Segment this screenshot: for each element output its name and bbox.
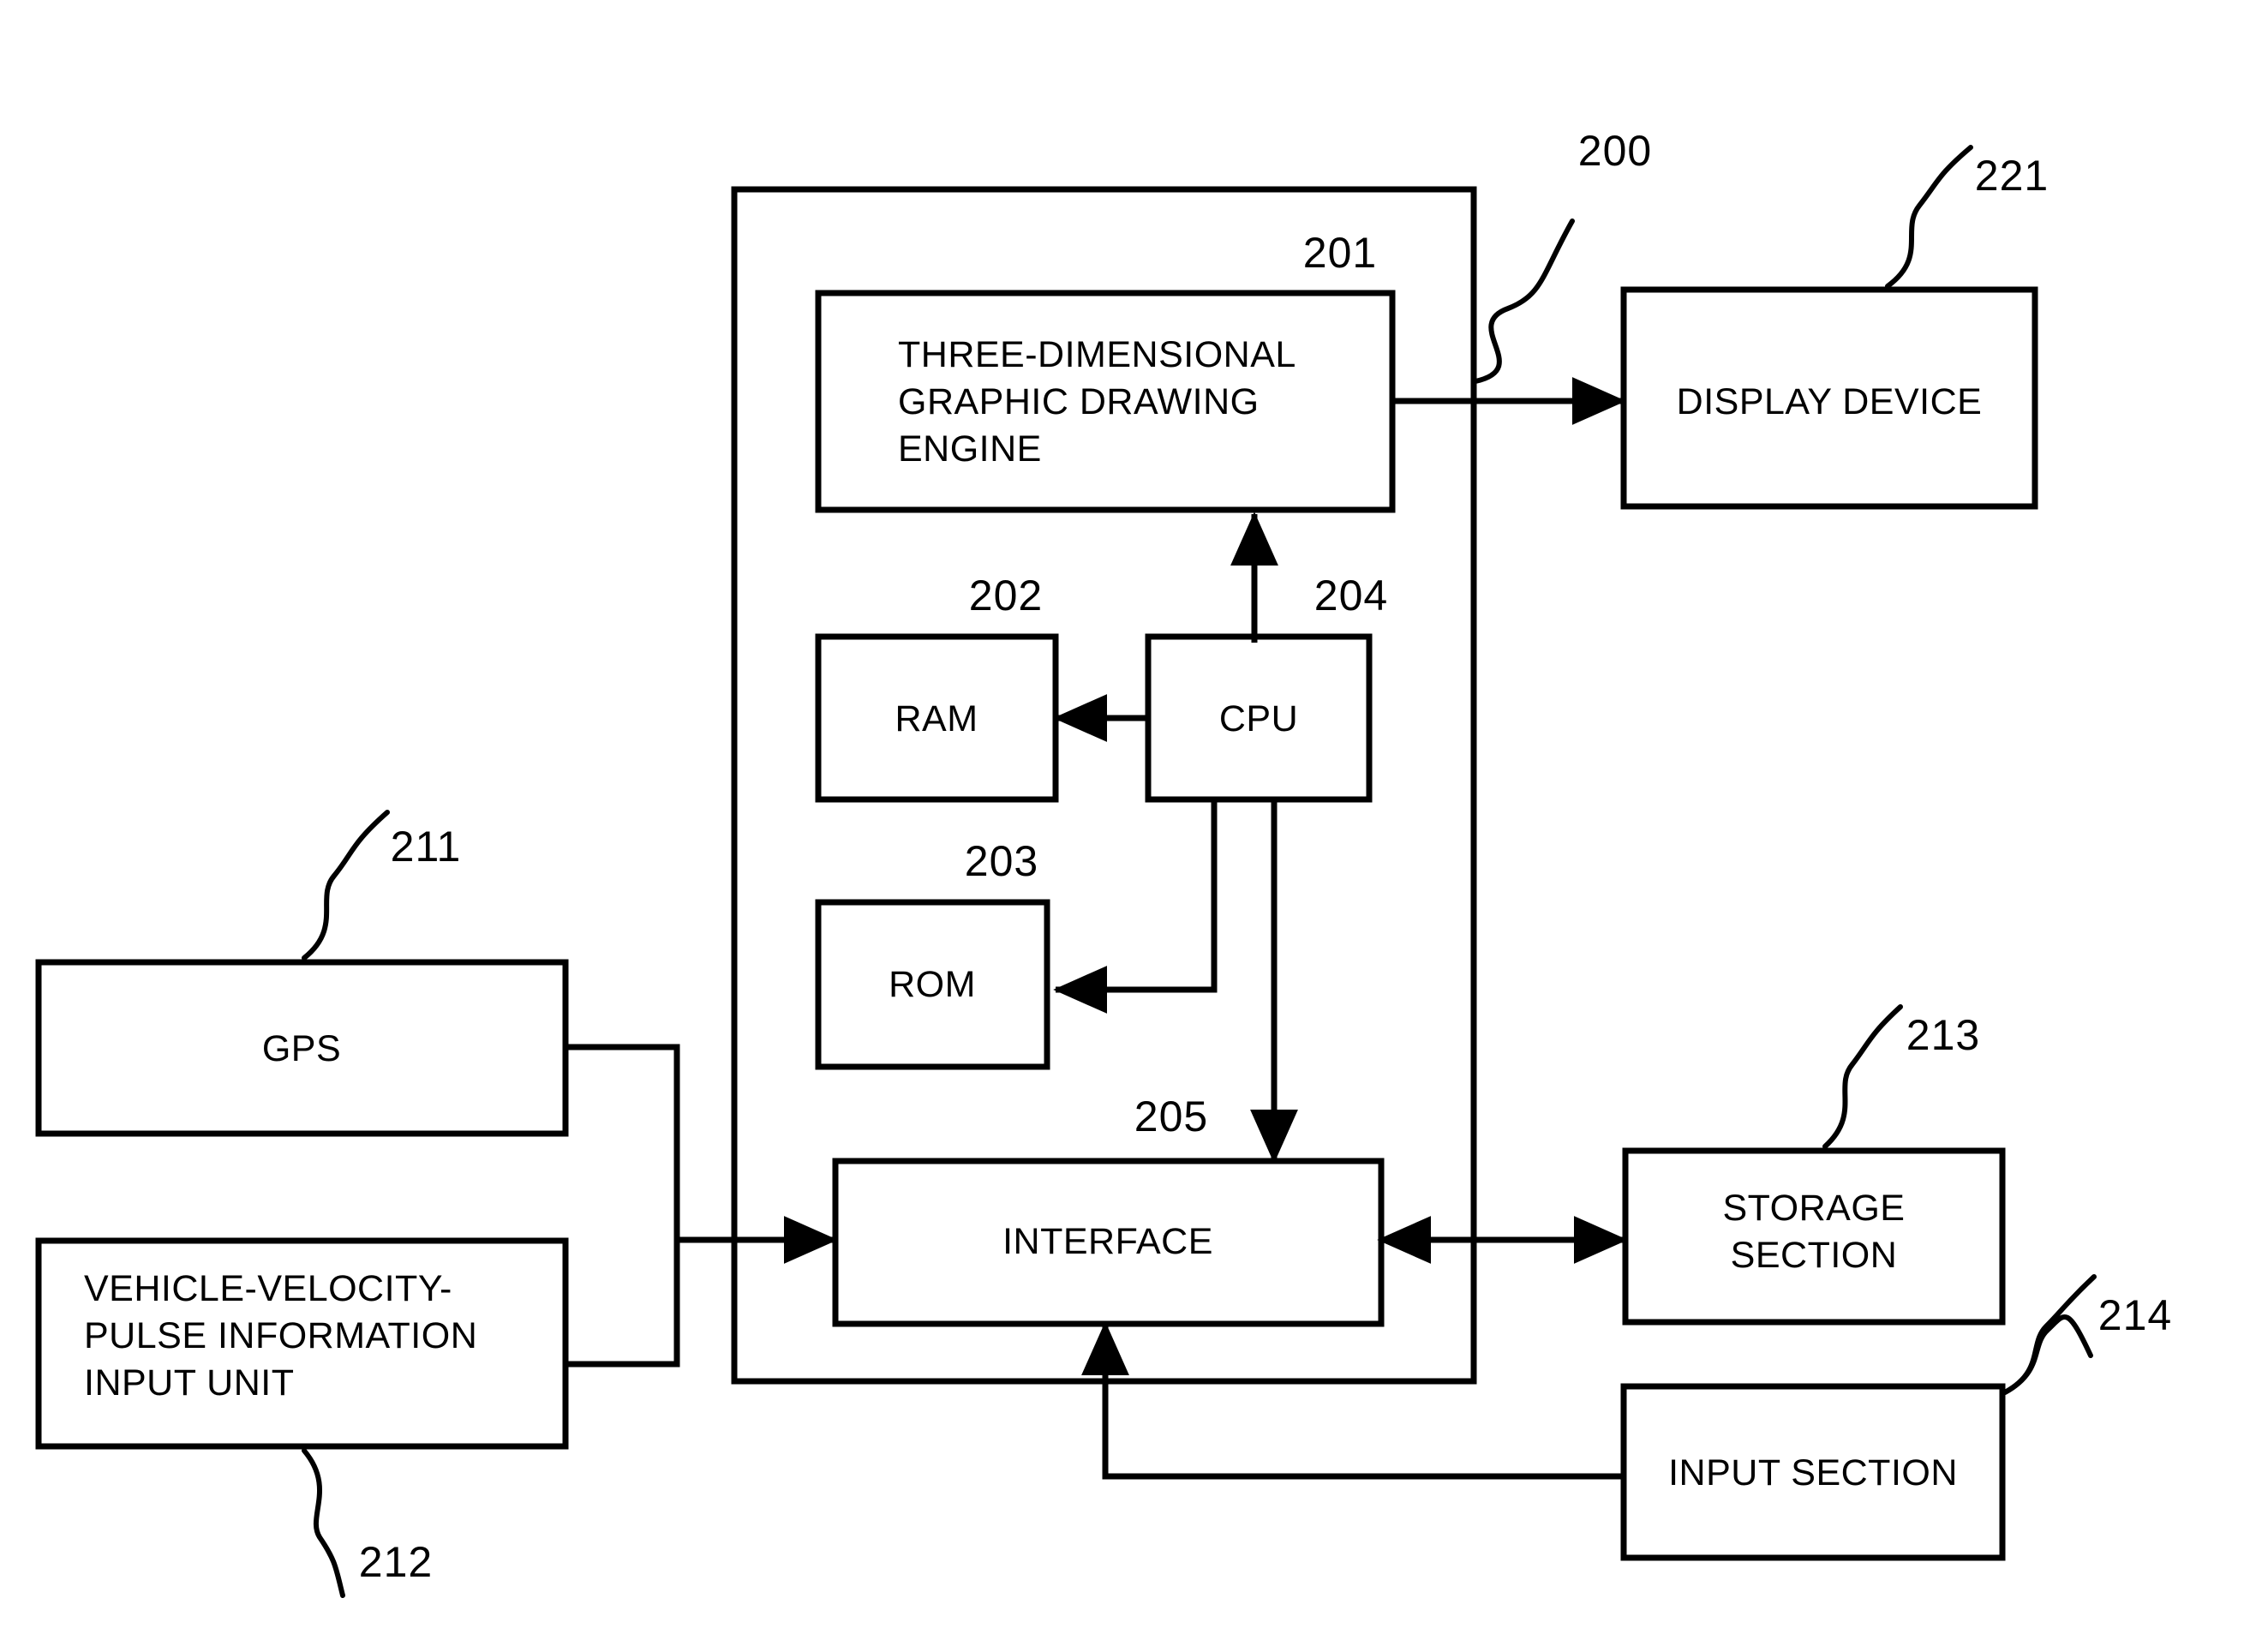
interface-label: INTERFACE bbox=[1002, 1221, 1213, 1262]
vehicle-label-line2: PULSE INFORMATION bbox=[84, 1315, 477, 1356]
storage-label-line1: STORAGE bbox=[1723, 1188, 1906, 1229]
ref-numeral-205: 205 bbox=[1134, 1092, 1208, 1140]
leader-line-213 bbox=[1822, 1004, 1903, 1149]
diagram-canvas: THREE-DIMENSIONAL GRAPHIC DRAWING ENGINE… bbox=[35, 127, 2172, 1598]
display-device-label: DISPLAY DEVICE bbox=[1677, 381, 1983, 422]
patent-figure: THREE-DIMENSIONAL GRAPHIC DRAWING ENGINE… bbox=[0, 0, 2250, 1652]
ref-numeral-201: 201 bbox=[1303, 229, 1377, 277]
ref-numeral-202: 202 bbox=[969, 572, 1043, 620]
leader-line-211 bbox=[302, 810, 390, 961]
leader-line-221 bbox=[1885, 145, 1973, 289]
ram-label: RAM bbox=[895, 698, 978, 739]
engine-label-line2: GRAPHIC DRAWING bbox=[898, 381, 1260, 422]
connector-input-to-interface bbox=[1081, 1321, 1624, 1480]
gps-label: GPS bbox=[262, 1028, 341, 1069]
engine-label-line1: THREE-DIMENSIONAL bbox=[898, 334, 1296, 375]
ref-numeral-211: 211 bbox=[391, 823, 462, 871]
leader-line-200 bbox=[1473, 218, 1575, 384]
input-section-label: INPUT SECTION bbox=[1668, 1452, 1958, 1493]
cpu-label: CPU bbox=[1219, 698, 1298, 739]
ref-numeral-221: 221 bbox=[1975, 152, 2049, 200]
ref-numeral-203: 203 bbox=[965, 837, 1038, 885]
connector-cpu-to-rom bbox=[1053, 797, 1218, 1014]
vehicle-label-line3: INPUT UNIT bbox=[84, 1362, 295, 1404]
storage-label-line2: SECTION bbox=[1731, 1235, 1898, 1276]
ref-numeral-200: 200 bbox=[1578, 127, 1652, 175]
connector-gps-to-bus bbox=[565, 1044, 680, 1240]
ref-numeral-212: 212 bbox=[359, 1538, 433, 1586]
vehicle-label-line1: VEHICLE-VELOCITY- bbox=[84, 1268, 452, 1309]
connector-vehiclepulse-to-bus bbox=[565, 1240, 680, 1368]
leader-line-212 bbox=[302, 1448, 345, 1598]
ref-numeral-214: 214 bbox=[2098, 1291, 2172, 1339]
ref-numeral-213: 213 bbox=[1906, 1011, 1980, 1059]
ref-numeral-204: 204 bbox=[1314, 572, 1388, 620]
rom-label: ROM bbox=[889, 964, 976, 1005]
engine-label-line3: ENGINE bbox=[898, 428, 1042, 470]
